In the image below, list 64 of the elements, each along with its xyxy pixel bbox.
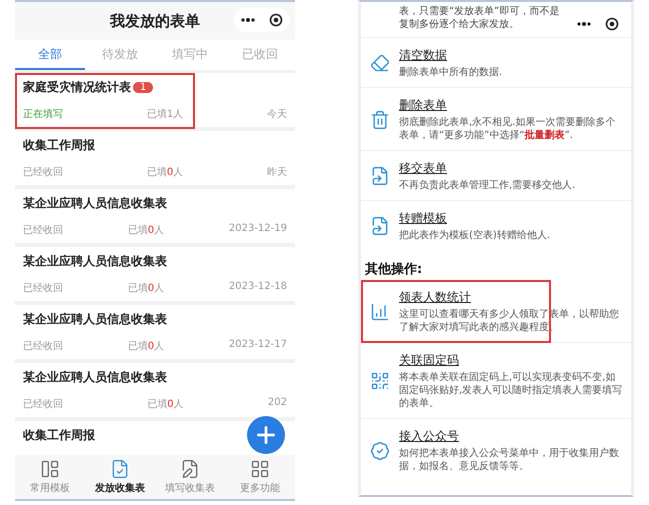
eraser-icon [370,53,390,73]
form-card[interactable]: 某企业应聘人员信息收集表 已经收回 已填0人 2023-12-19 [15,189,295,243]
filled-count: 已填0人 [128,282,164,295]
layout-icon [40,459,60,479]
filled-count: 已填0人 [128,224,164,237]
form-card[interactable]: 某企业应聘人员信息收集表 已经收回 已填0人 202 [15,363,295,417]
document-arrow-icon [370,216,390,236]
form-card[interactable]: 家庭受灾情况统计表 1 正在填写 已填1人 今天 [15,73,295,127]
document-pen-icon [180,459,200,479]
action-description: 彻底删除此表单,永不相见.如果一次需要删除多个表单，请“更多功能”中选择“批量删表”. [399,116,616,142]
qr-code-icon [370,371,390,391]
action-description: 不再负责此表单管理工作,需要移交他人. [399,179,576,192]
form-card[interactable]: 某企业应聘人员信息收集表 已经收回 已填0人 2023-12-17 [15,305,295,359]
form-card[interactable]: 某企业应聘人员信息收集表 已经收回 已填0人 2023-12-18 [15,247,295,301]
action-link[interactable]: 关联固定码 [399,352,459,369]
filled-count: 已填1人 [146,108,184,121]
form-title: 某企业应聘人员信息收集表 [23,369,167,386]
action-description: 将本表单关联在固定码上,可以实现表变码不变,如固定码张贴好,发表人可以随时指定填表人需要填写的表单。 [399,371,623,410]
action-link[interactable]: 领表人数统计 [399,289,471,306]
form-status: 已经收回 [23,340,63,353]
close-icon[interactable] [605,17,619,31]
more-icon[interactable] [241,18,255,22]
form-status: 已经收回 [23,224,63,237]
form-title: 某企业应聘人员信息收集表 [23,195,167,212]
bar-chart-icon [370,302,390,322]
trash-icon [370,110,390,130]
grid-icon [250,459,270,479]
action-link[interactable]: 接入公众号 [399,428,459,445]
tab-bar-item[interactable]: 发放收集表 [85,455,155,499]
close-icon[interactable] [269,13,283,27]
action-description: 把此表作为模板(空表)转赠给他人. [399,229,551,242]
action-description: 删除表单中所有的数据. [399,66,504,79]
section-title: 其他操作: [364,261,424,279]
form-title: 家庭受灾情况统计表 [23,79,131,96]
filled-count: 已填0人 [146,166,184,179]
form-status: 已经收回 [23,282,63,295]
form-status: 正在填写 [23,108,63,121]
action-link[interactable]: 移交表单 [399,160,447,177]
action-link[interactable]: 删除表单 [399,97,447,114]
count-badge: 1 [133,82,154,93]
form-date: 2023-12-18 [228,281,287,294]
page-title: 我发放的表单 [110,12,200,30]
form-date: 2023-12-19 [228,223,287,236]
form-title: 某企业应聘人员信息收集表 [23,311,167,328]
form-title: 某企业应聘人员信息收集表 [23,253,167,270]
form-date: 202 [268,397,287,410]
form-title: 收集工作周报 [23,137,95,154]
form-card[interactable]: 收集工作周报 已经收回 已填0人 昨天 [15,131,295,185]
form-date: 2023-12-17 [228,339,287,352]
form-title: 收集工作周报 [23,427,95,444]
action-link[interactable]: 转赠模板 [399,210,447,227]
more-icon[interactable] [577,22,591,26]
document-arrow-icon [370,166,390,186]
badge-check-icon [370,440,390,460]
filled-count: 已填0人 [147,398,184,411]
action-description: 如何把本表单接入公众号菜单中，用于收集用户数据，如报名、意见反馈等等。 [399,447,620,473]
filled-count: 已填0人 [128,340,164,353]
form-date: 今天 [267,108,287,121]
form-date: 昨天 [267,166,287,179]
action-link[interactable]: 清空数据 [399,47,447,64]
form-status: 已经收回 [23,398,63,411]
form-status: 已经收回 [23,166,63,179]
filter-tab[interactable]: 全部 [15,40,85,70]
document-check-icon [110,459,130,479]
